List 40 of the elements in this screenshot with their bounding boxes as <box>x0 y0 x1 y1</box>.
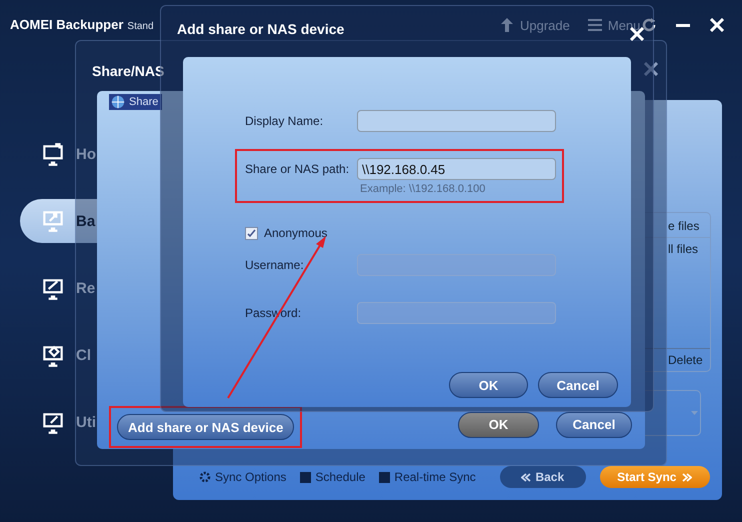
field-label: Display Name: <box>245 114 324 128</box>
menu-icon <box>588 19 602 31</box>
ok-button[interactable]: OK <box>449 372 528 398</box>
square-icon <box>300 472 312 482</box>
start-sync-button[interactable]: Start Sync <box>600 466 710 488</box>
field-label: Share or NAS path: <box>245 162 350 176</box>
gear-icon <box>199 471 211 483</box>
minimize-icon <box>676 24 690 26</box>
square-icon <box>379 472 390 482</box>
field-label: Username: <box>245 258 305 272</box>
checkbox-label: Anonymous <box>264 226 328 240</box>
option-link[interactable]: Schedule <box>300 470 366 484</box>
app-title: AOMEI Backupper <box>10 17 124 32</box>
dialog-title: Add share or NAS device <box>177 21 344 37</box>
double-chevron-right-icon <box>682 472 692 482</box>
ok-button[interactable]: OK <box>458 412 539 438</box>
upgrade-button[interactable]: Upgrade <box>500 17 570 33</box>
sidebar-item[interactable]: Re <box>20 255 97 322</box>
double-chevron-left-icon <box>521 472 532 482</box>
example-hint: Example: \\192.168.0.100 <box>359 183 486 195</box>
input-field[interactable] <box>357 110 556 132</box>
menu-button[interactable]: Menu <box>588 18 640 32</box>
back-button[interactable]: Back <box>500 466 586 488</box>
add-device-button[interactable]: Add share or NAS device <box>117 414 294 440</box>
option-link[interactable]: Sync Options <box>199 470 286 484</box>
edition-label: Stand <box>127 21 154 32</box>
input-field[interactable]: \\192.168.0.45 <box>357 158 556 180</box>
option-link[interactable]: Real-time Sync <box>379 470 476 484</box>
checkbox[interactable] <box>245 226 258 240</box>
sidebar-item[interactable]: Uti <box>20 389 97 456</box>
window-title: Share/NAS <box>92 63 164 79</box>
cancel-button[interactable]: Cancel <box>556 412 632 438</box>
sidebar-item[interactable]: Cl <box>20 322 97 389</box>
share-tab[interactable]: Share <box>109 94 162 110</box>
sidebar-item[interactable]: Ho <box>20 121 97 188</box>
sidebar-item[interactable]: Ba <box>20 199 97 243</box>
globe-icon <box>111 95 125 109</box>
caret-icon <box>691 411 698 415</box>
up-arrow-icon <box>500 17 514 33</box>
cancel-button[interactable]: Cancel <box>538 372 618 398</box>
